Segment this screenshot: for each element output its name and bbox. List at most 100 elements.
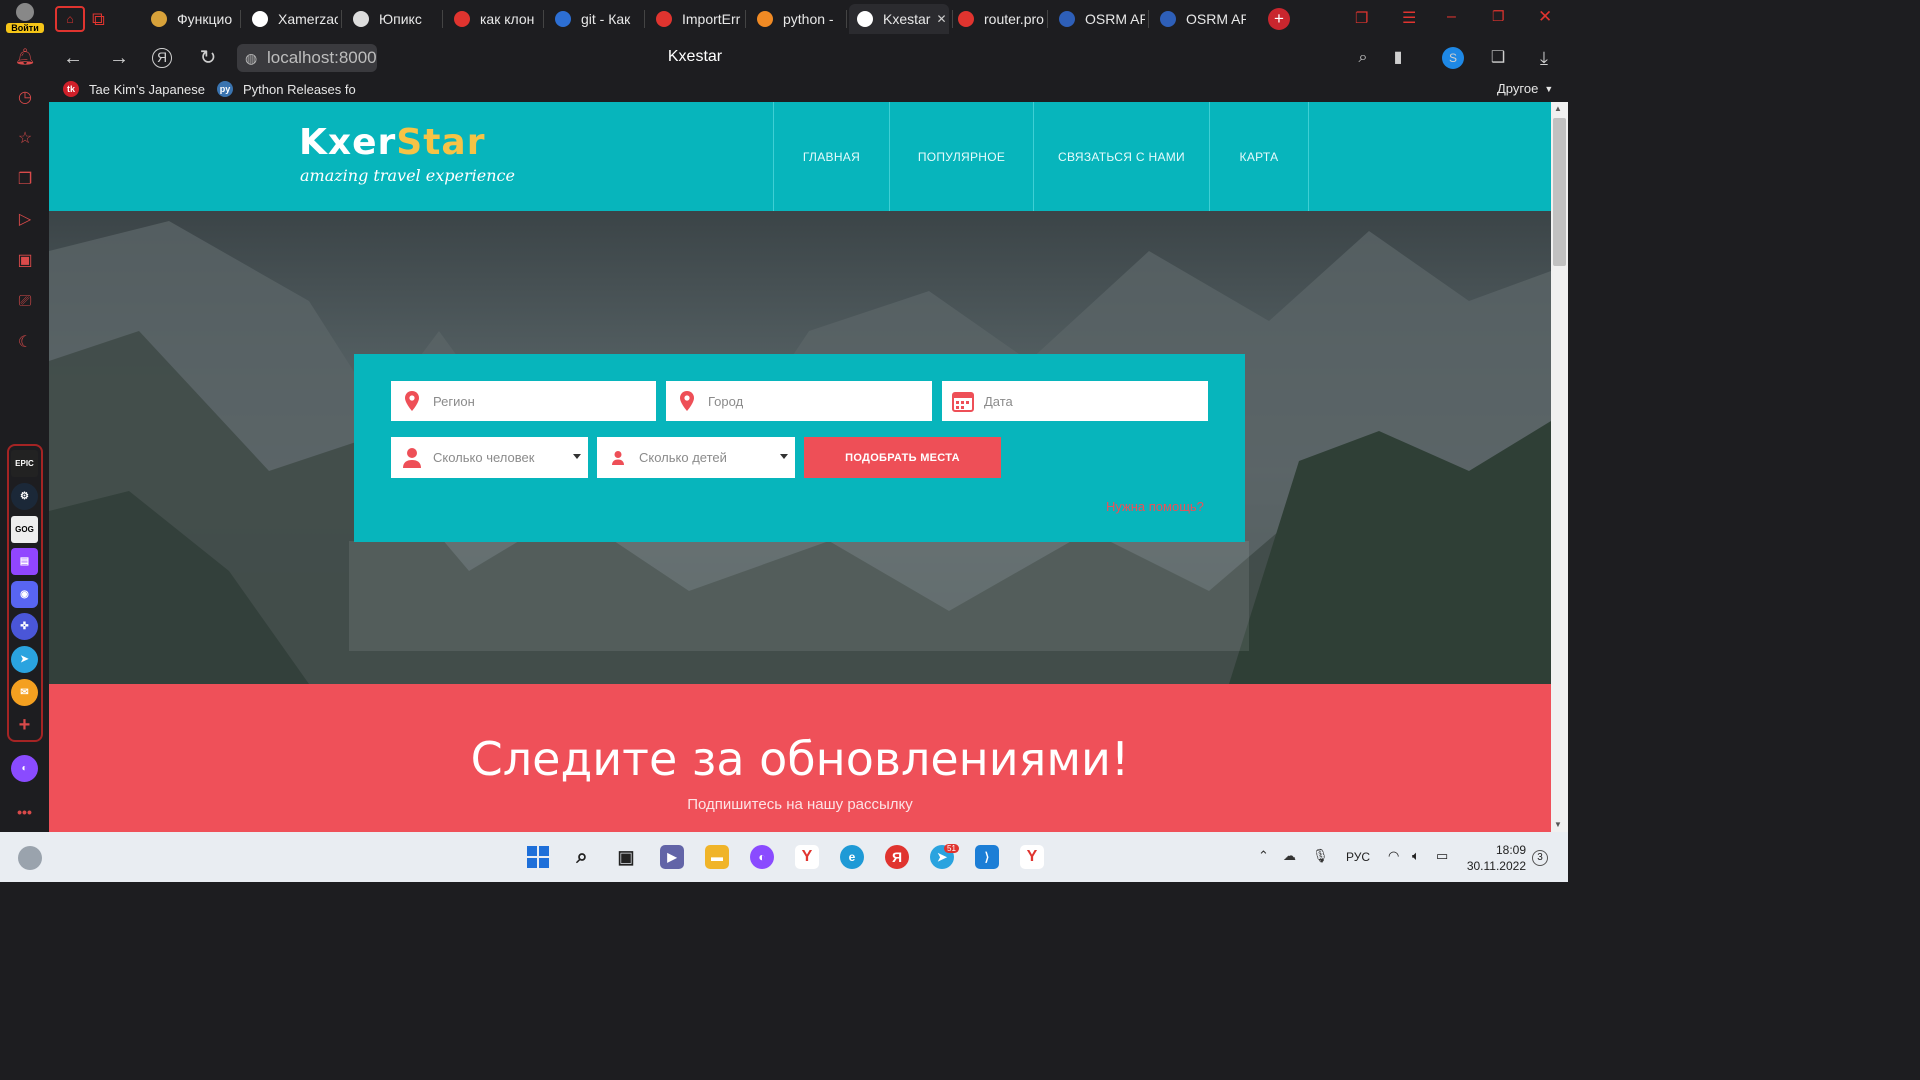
tab-label: Функцио xyxy=(177,11,233,27)
mic-icon[interactable]: 🎙︎ xyxy=(1312,848,1329,864)
tab-11[interactable]: OSRM AP xyxy=(1152,4,1246,34)
task-view-icon[interactable]: ▣ xyxy=(614,845,638,869)
vscode-icon[interactable]: ⟩ xyxy=(975,845,999,869)
people-placeholder: Сколько человек xyxy=(433,450,535,465)
reader-icon[interactable]: ❑ xyxy=(1486,46,1510,70)
tab-5[interactable]: git - Как xyxy=(547,4,641,34)
chevron-up-icon[interactable]: ⌃ xyxy=(1258,848,1269,864)
nav-contact[interactable]: СВЯЗАТЬСЯ С НАМИ xyxy=(1033,102,1209,211)
shazam-icon[interactable]: S xyxy=(1442,47,1464,69)
restore-icon[interactable]: ❐ xyxy=(1492,8,1505,25)
gog-icon[interactable]: GOG xyxy=(11,516,38,543)
other-bookmarks[interactable]: Другое ▼ xyxy=(1497,81,1553,96)
alice-icon[interactable]: ◐ xyxy=(750,845,774,869)
language-indicator[interactable]: РУС xyxy=(1346,850,1370,864)
bookmark-item[interactable]: py Python Releases fo xyxy=(217,81,356,97)
mail-icon[interactable]: ✉ xyxy=(11,679,38,706)
bell-icon[interactable]: 🔔︎ xyxy=(13,46,37,70)
gamepad-icon[interactable]: ✜ xyxy=(11,613,38,640)
url-field[interactable]: ◍ localhost:8000 xyxy=(237,44,377,72)
telegram-icon[interactable]: ➤ xyxy=(11,646,38,673)
profile-button[interactable]: Войти xyxy=(6,3,44,35)
clock-time: 18:09 xyxy=(1495,843,1526,857)
tab-7[interactable]: python - xyxy=(749,4,843,34)
tab-8[interactable]: Kxestar ✕ xyxy=(849,4,949,34)
collections-icon[interactable]: ❐ xyxy=(13,168,37,192)
yandex-icon[interactable]: Я xyxy=(152,48,172,68)
nav-popular[interactable]: ПОПУЛЯРНОЕ xyxy=(889,102,1033,211)
weather-icon[interactable] xyxy=(18,846,42,870)
people-select[interactable]: Сколько человек xyxy=(391,437,588,478)
search-icon[interactable]: ⌕ xyxy=(1351,46,1375,70)
history-icon[interactable]: ◷ xyxy=(13,86,37,110)
tab-3[interactable]: Юпикс xyxy=(345,4,439,34)
minimize-icon[interactable]: – xyxy=(1447,8,1456,26)
tab-4[interactable]: как клон xyxy=(446,4,540,34)
taskbar xyxy=(0,832,1568,882)
site-logo[interactable]: KxerStar xyxy=(299,122,485,163)
new-tab-button[interactable]: + xyxy=(1268,8,1290,30)
close-tab-icon[interactable]: ✕ xyxy=(936,12,946,26)
tab-9[interactable]: router.pro xyxy=(950,4,1044,34)
screenshot-icon[interactable]: ⎚ xyxy=(13,290,37,314)
tab-6[interactable]: ImportErr xyxy=(648,4,742,34)
yandex-browser-icon[interactable]: Y xyxy=(795,845,819,869)
home-tab-icon[interactable]: ⌂ xyxy=(55,6,85,32)
file-explorer-icon[interactable]: ▬ xyxy=(705,845,729,869)
alice-icon[interactable]: ◐ xyxy=(11,755,38,782)
star-icon[interactable]: ☆ xyxy=(13,127,37,151)
wifi-icon[interactable]: ◠ xyxy=(1388,848,1399,864)
tabs-menu-icon[interactable]: ❐ xyxy=(1355,9,1368,27)
region-field[interactable]: Регион xyxy=(391,381,656,421)
close-window-icon[interactable]: ✕ xyxy=(1538,7,1552,27)
notification-count[interactable]: 3 xyxy=(1532,850,1548,866)
epic-games-icon[interactable]: EPIC xyxy=(11,450,38,477)
twitch-icon[interactable]: ▤ xyxy=(11,548,38,575)
onedrive-icon[interactable]: ☁ xyxy=(1283,848,1296,864)
children-select[interactable]: Сколько детей xyxy=(597,437,795,478)
battery-icon[interactable]: ▭ xyxy=(1436,848,1448,864)
discord-icon[interactable]: ◉ xyxy=(11,581,38,608)
tab-label: как клон xyxy=(480,11,535,27)
tab-favicon-icon xyxy=(857,11,873,27)
teams-icon[interactable]: ▶ xyxy=(660,845,684,869)
scrollbar-thumb[interactable] xyxy=(1553,118,1566,266)
tab-10[interactable]: OSRM AP xyxy=(1051,4,1145,34)
yandex-browser-icon-2[interactable]: Y xyxy=(1020,845,1044,869)
new-tab-group-icon[interactable]: ⧉ xyxy=(92,8,116,30)
help-link[interactable]: Нужна помощь? xyxy=(1106,499,1204,514)
scroll-up-icon[interactable]: ▲ xyxy=(1554,104,1562,113)
bookmark-item[interactable]: tk Tae Kim's Japanese xyxy=(63,81,205,97)
night-mode-icon[interactable]: ☾ xyxy=(13,331,37,355)
tab-label: git - Как xyxy=(581,11,631,27)
tab-2[interactable]: Xamerzac xyxy=(244,4,338,34)
forward-icon[interactable]: → xyxy=(107,46,131,70)
tab-favicon-icon xyxy=(151,11,167,27)
tab-1[interactable]: Функцио xyxy=(143,4,237,34)
calendar-icon[interactable]: ▣ xyxy=(13,249,37,273)
start-icon[interactable] xyxy=(526,845,550,869)
more-icon[interactable]: ••• xyxy=(11,798,38,825)
clock-date: 30.11.2022 xyxy=(1466,859,1526,873)
city-field[interactable]: Город xyxy=(666,381,932,421)
search-icon[interactable]: ⌕ xyxy=(570,845,594,869)
video-icon[interactable]: ▷ xyxy=(13,208,37,232)
back-icon[interactable]: ← xyxy=(61,46,85,70)
steam-icon[interactable]: ⚙ xyxy=(11,483,38,510)
reload-icon[interactable]: ↻ xyxy=(196,46,220,70)
map-pin-icon xyxy=(391,381,433,421)
python-icon: py xyxy=(217,81,233,97)
clock[interactable]: 18:09 30.11.2022 xyxy=(1466,842,1526,874)
volume-icon[interactable]: 🔈︎ xyxy=(1412,848,1420,864)
yandex-icon[interactable]: Я xyxy=(885,845,909,869)
find-places-button[interactable]: ПОДОБРАТЬ МЕСТА xyxy=(804,437,1001,478)
scroll-down-icon[interactable]: ▼ xyxy=(1554,820,1562,829)
nav-map[interactable]: КАРТА xyxy=(1209,102,1309,211)
bookmark-icon[interactable]: ▮ xyxy=(1386,46,1410,70)
menu-icon[interactable]: ☰ xyxy=(1402,8,1416,28)
nav-home[interactable]: ГЛАВНАЯ xyxy=(773,102,889,211)
download-icon[interactable]: ⤓ xyxy=(1532,46,1556,70)
add-app-icon[interactable]: + xyxy=(11,712,38,739)
date-field[interactable]: Дата xyxy=(942,381,1208,421)
edge-icon[interactable]: e xyxy=(840,845,864,869)
